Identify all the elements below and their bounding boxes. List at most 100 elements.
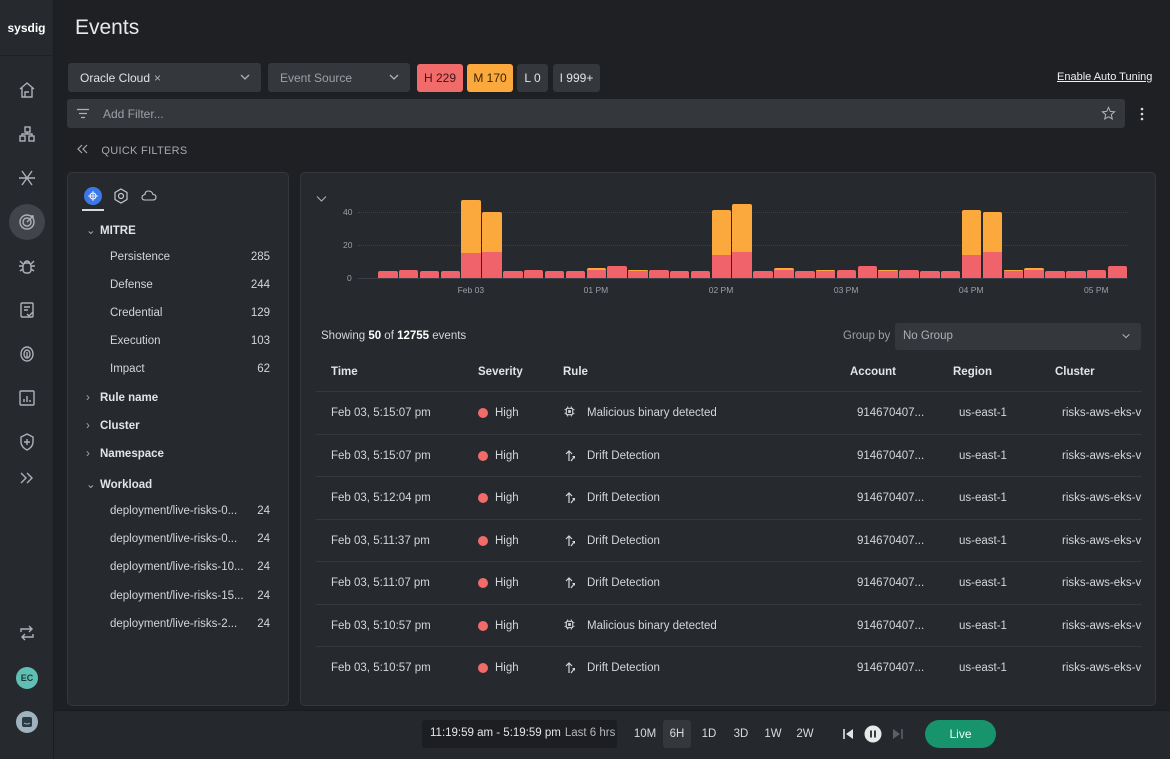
preset-3d[interactable]: 3D	[727, 720, 755, 748]
bar-high[interactable]	[565, 271, 586, 278]
bar-high[interactable]	[920, 271, 940, 278]
bar-medium[interactable]	[961, 210, 982, 255]
bar-high[interactable]	[795, 271, 815, 278]
pause-icon[interactable]	[864, 725, 882, 743]
event-source-select[interactable]: Event Source	[268, 63, 410, 92]
bar-high[interactable]	[878, 271, 898, 278]
bug-icon[interactable]	[9, 248, 45, 284]
bar-high[interactable]	[461, 253, 481, 278]
filter-item[interactable]: deployment/live-risks-15... 24	[110, 590, 270, 602]
group-mitre[interactable]: ⌄ MITRE	[86, 223, 136, 237]
bar-high[interactable]	[1045, 271, 1065, 278]
event-rule[interactable]: Malicious binary detected	[587, 620, 717, 632]
bar-high[interactable]	[774, 269, 794, 278]
bar-high[interactable]	[690, 271, 711, 278]
preset-10m[interactable]: 10M	[631, 720, 659, 748]
chat-icon[interactable]	[16, 711, 38, 733]
sysdig-logo[interactable]: sysdig	[0, 0, 53, 56]
bar-medium[interactable]	[982, 212, 1003, 252]
filter-item[interactable]: deployment/live-risks-2... 24	[110, 618, 270, 630]
filter-item[interactable]: Persistence 285	[110, 251, 270, 263]
home-icon[interactable]	[9, 72, 45, 108]
user-avatar[interactable]: EC	[16, 667, 38, 689]
bar-high[interactable]	[836, 269, 857, 278]
more-options-icon[interactable]	[1139, 106, 1145, 122]
bar-high[interactable]	[544, 271, 565, 278]
bar-medium[interactable]	[711, 210, 732, 255]
reports-icon[interactable]	[9, 380, 45, 416]
bar-high[interactable]	[1003, 271, 1023, 278]
cloud-tab-icon[interactable]	[141, 190, 157, 201]
bar-high[interactable]	[669, 271, 690, 278]
compliance-icon[interactable]	[9, 292, 45, 328]
inventory-icon[interactable]	[9, 116, 45, 152]
bar-high[interactable]	[398, 269, 419, 278]
table-row[interactable]: Feb 03, 5:12:04 pm High Drift Detection 914…	[316, 476, 1142, 518]
group-by-select[interactable]: No Group	[895, 323, 1141, 350]
bar-medium[interactable]	[482, 212, 502, 252]
column-header-time[interactable]: Time	[331, 366, 358, 378]
bar-high[interactable]	[523, 269, 544, 278]
table-row[interactable]: Feb 03, 5:15:07 pm High Malicious binary d…	[316, 391, 1142, 433]
source-select[interactable]: Oracle Cloud ×	[68, 63, 261, 92]
bar-high[interactable]	[711, 254, 732, 278]
event-rule[interactable]: Drift Detection	[587, 535, 660, 547]
kubernetes-tab-icon[interactable]	[84, 187, 102, 205]
column-header-region[interactable]: Region	[953, 366, 992, 378]
table-row[interactable]: Feb 03, 5:10:57 pm High Drift Detection 914…	[316, 646, 1142, 688]
preset-1w[interactable]: 1W	[759, 720, 787, 748]
filter-item[interactable]: deployment/live-risks-0... 24	[110, 505, 270, 517]
skip-back-icon[interactable]	[842, 728, 854, 740]
event-rule[interactable]: Drift Detection	[587, 492, 660, 504]
table-row[interactable]: Feb 03, 5:11:37 pm High Drift Detection 914…	[316, 518, 1142, 561]
table-row[interactable]: Feb 03, 5:15:07 pm High Drift Detection 914…	[316, 433, 1142, 476]
column-header-cluster[interactable]: Cluster	[1055, 366, 1095, 378]
severity-low-pill[interactable]: L 0	[517, 64, 548, 92]
preset-1d[interactable]: 1D	[695, 720, 723, 748]
bar-high[interactable]	[1086, 269, 1107, 278]
integrations-icon[interactable]	[9, 160, 45, 196]
time-range-display[interactable]: 11:19:59 am - 5:19:59 pm Last 6 hrs	[422, 720, 617, 748]
bar-high[interactable]	[586, 269, 606, 278]
bar-high[interactable]	[1107, 266, 1128, 278]
clear-source-icon[interactable]: ×	[154, 71, 161, 85]
filter-item[interactable]: deployment/live-risks-0... 24	[110, 533, 270, 545]
switch-icon[interactable]	[9, 615, 45, 651]
collapse-chart-icon[interactable]	[316, 195, 327, 203]
expand-sidebar-icon[interactable]	[9, 460, 45, 496]
live-button[interactable]: Live	[925, 720, 996, 748]
shield-icon[interactable]	[9, 424, 45, 460]
host-tab-icon[interactable]	[114, 188, 128, 204]
table-row[interactable]: Feb 03, 5:11:07 pm High Drift Detection 914…	[316, 561, 1142, 603]
bar-medium[interactable]	[1024, 268, 1044, 270]
bar-high[interactable]	[607, 266, 627, 278]
filter-item[interactable]: deployment/live-risks-10... 24	[110, 561, 270, 573]
event-rule[interactable]: Malicious binary detected	[587, 407, 717, 419]
severity-info-pill[interactable]: I 999+	[553, 64, 600, 92]
filter-item[interactable]: Impact 62	[110, 363, 270, 375]
filter-bar[interactable]: Add Filter...	[67, 99, 1125, 128]
bar-high[interactable]	[940, 271, 961, 278]
severity-medium-pill[interactable]: M 170	[467, 64, 513, 92]
quick-filters-toggle[interactable]: QUICK FILTERS	[76, 144, 188, 157]
star-icon[interactable]	[1101, 106, 1116, 121]
bar-high[interactable]	[961, 254, 982, 278]
group-cluster[interactable]: › Cluster	[86, 420, 140, 432]
bar-high[interactable]	[815, 271, 836, 278]
event-rule[interactable]: Drift Detection	[587, 577, 660, 589]
event-rule[interactable]: Drift Detection	[587, 450, 660, 462]
table-row[interactable]: Feb 03, 5:10:57 pm High Malicious binary d…	[316, 603, 1142, 646]
bar-medium[interactable]	[774, 268, 794, 270]
group-workload[interactable]: ⌄ Workload	[86, 477, 152, 491]
event-rule[interactable]: Drift Detection	[587, 662, 660, 674]
bar-high[interactable]	[628, 271, 648, 278]
bar-high[interactable]	[732, 251, 752, 278]
skip-forward-icon[interactable]	[892, 728, 904, 740]
column-header-rule[interactable]: Rule	[563, 366, 588, 378]
bar-high[interactable]	[857, 266, 878, 278]
threats-icon[interactable]	[9, 204, 45, 240]
bar-high[interactable]	[899, 269, 919, 278]
bar-high[interactable]	[982, 251, 1003, 278]
bar-medium[interactable]	[461, 200, 481, 254]
add-filter-input[interactable]: Add Filter...	[103, 107, 164, 121]
